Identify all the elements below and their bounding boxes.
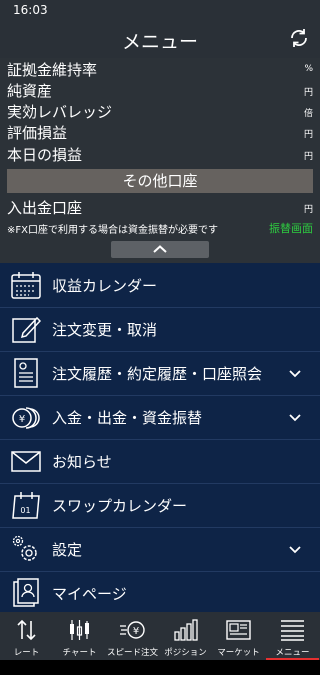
chevron-down-icon (289, 414, 301, 422)
info-row-leverage: 実効レバレッジ 倍 (7, 101, 313, 122)
info-row-net-assets: 純資産 円 (7, 80, 313, 101)
info-row-today-pl: 本日の損益 円 (7, 144, 313, 165)
info-label: 評価損益 (7, 124, 68, 142)
menu-item-label: 注文履歴・約定履歴・口座照会 (52, 365, 263, 383)
menu-item-profit-calendar[interactable]: 収益カレンダー (0, 264, 320, 308)
system-nav-bar (0, 660, 320, 675)
status-time: 16:03 (13, 3, 48, 17)
tab-rate[interactable]: レート (0, 612, 53, 660)
bar-chart-icon (174, 619, 198, 641)
other-accounts-header: その他口座 (7, 169, 313, 193)
chevron-down-icon (289, 370, 301, 378)
info-unit: 円 (303, 152, 313, 162)
document-icon (14, 358, 38, 388)
svg-text:¥: ¥ (133, 626, 139, 637)
speed-order-icon: ¥ (120, 621, 145, 639)
info-unit: 円 (303, 205, 313, 215)
tab-menu[interactable]: メニュー (266, 612, 319, 660)
svg-text:01: 01 (20, 506, 30, 515)
tab-speed-order[interactable]: ¥ スピード注文 (106, 612, 159, 660)
info-unit: % (304, 64, 313, 74)
tab-position[interactable]: ポジション (159, 612, 212, 660)
chevron-down-icon (289, 546, 301, 554)
edit-icon (12, 316, 41, 343)
tab-label: ポジション (164, 648, 207, 658)
rate-arrows-icon (17, 619, 36, 641)
menu-item-settings[interactable]: 設定 (0, 528, 320, 572)
newspaper-icon (226, 620, 251, 640)
menu-item-label: 注文変更・取消 (52, 321, 158, 339)
info-label: 本日の損益 (7, 146, 83, 164)
chevron-up-icon (153, 245, 167, 253)
tab-label: チャート (62, 648, 97, 658)
menu-item-label: 収益カレンダー (52, 277, 158, 295)
menu-item-label: お知らせ (52, 453, 112, 471)
collapse-button[interactable] (111, 241, 209, 258)
refresh-icon[interactable] (287, 26, 311, 50)
info-label: 証拠金維持率 (7, 61, 98, 79)
envelope-icon (11, 451, 41, 472)
tab-market[interactable]: マーケット (212, 612, 265, 660)
menu-item-order-modify[interactable]: 注文変更・取消 (0, 308, 320, 352)
info-label: 純資産 (7, 82, 53, 100)
info-unit: 円 (303, 130, 313, 140)
tab-label: レート (13, 648, 40, 658)
tab-label: スピード注文 (106, 648, 158, 658)
info-row-margin-rate: 証拠金維持率 % (7, 59, 313, 80)
menu-item-my-page[interactable]: マイページ (0, 572, 320, 616)
menu-item-label: 設定 (52, 541, 83, 559)
swap-calendar-icon: 01 (12, 492, 40, 519)
bottom-tab-bar: レート チャート ¥ スピード注文 ポジション マーケット メニュー (0, 612, 320, 660)
account-info-panel: 証拠金維持率 % 純資産 円 実効レバレッジ 倍 評価損益 円 本日の損益 円 … (0, 58, 320, 263)
menu-item-order-history[interactable]: 注文履歴・約定履歴・口座照会 (0, 352, 320, 396)
coins-icon: ¥ (12, 407, 40, 429)
menu-item-swap-calendar[interactable]: 01 スワップカレンダー (0, 484, 320, 528)
calendar-icon (11, 272, 41, 299)
page-title: メニュー (121, 31, 198, 53)
transfer-note: ※FX口座で利用する場合は資金振替が必要です (7, 225, 218, 236)
tab-label: メニュー (275, 648, 310, 658)
menu-lines-icon (281, 620, 304, 641)
svg-text:¥: ¥ (19, 414, 25, 425)
profile-icon (13, 578, 39, 607)
menu-item-label: 入金・出金・資金振替 (52, 409, 203, 427)
info-row-deposit-account: 入出金口座 円 (7, 197, 313, 218)
menu-item-label: マイページ (52, 585, 127, 603)
tab-chart[interactable]: チャート (53, 612, 106, 660)
info-unit: 倍 (303, 109, 313, 119)
info-label: 入出金口座 (7, 199, 83, 217)
status-bar: 16:03 (0, 0, 320, 20)
menu-item-label: スワップカレンダー (52, 497, 188, 515)
info-label: 実効レバレッジ (7, 103, 113, 121)
menu-item-deposit-withdraw[interactable]: ¥ 入金・出金・資金振替 (0, 396, 320, 440)
info-row-unrealized-pl: 評価損益 円 (7, 122, 313, 143)
transfer-screen-link[interactable]: 振替画面 (269, 220, 313, 236)
tab-label: マーケット (217, 648, 260, 658)
menu-item-notices[interactable]: お知らせ (0, 440, 320, 484)
info-unit: 円 (303, 88, 313, 98)
app-header: メニュー (0, 20, 320, 58)
gear-icon (12, 535, 37, 561)
candlestick-icon (70, 620, 89, 640)
